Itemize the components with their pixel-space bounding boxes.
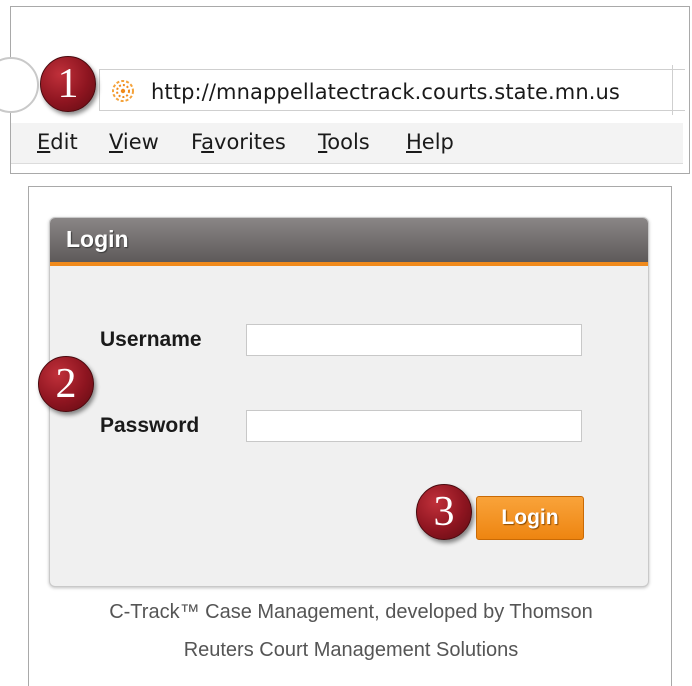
login-title: Login	[66, 226, 129, 252]
site-favicon-icon	[112, 80, 134, 102]
menu-item-favorites[interactable]: Favorites	[191, 130, 286, 154]
password-label: Password	[100, 414, 200, 437]
menu-accel: T	[318, 130, 328, 154]
login-panel: Login Username Password Login	[49, 217, 649, 587]
step-badge-3: 3	[416, 484, 472, 540]
step-number: 1	[57, 61, 79, 107]
menu-label: vorites	[214, 130, 286, 154]
menu-item-view[interactable]: View	[109, 130, 159, 154]
login-page: Login Username Password Login C-Track™ C…	[28, 186, 672, 686]
step-number: 3	[433, 489, 455, 535]
menu-accel: H	[406, 130, 422, 154]
url-text[interactable]: http://mnappellatectrack.courts.state.mn…	[151, 80, 620, 104]
menu-item-help[interactable]: Help	[406, 130, 454, 154]
username-input[interactable]	[246, 324, 582, 356]
step-badge-1: 1	[40, 56, 96, 112]
menu-bar: Edit View Favorites Tools Help	[11, 123, 683, 164]
step-badge-2: 2	[38, 356, 94, 412]
footer-line-2: Reuters Court Management Solutions	[183, 639, 519, 661]
browser-chrome: http://mnappellatectrack.courts.state.mn…	[0, 7, 685, 173]
menu-label-prefix: F	[191, 130, 202, 154]
menu-accel: E	[37, 130, 51, 154]
back-button[interactable]	[0, 57, 39, 113]
footer-line-1: C-Track™ Case Management, developed by T…	[109, 601, 593, 623]
menu-label: dit	[50, 130, 78, 154]
login-button[interactable]: Login	[476, 496, 584, 540]
menu-item-edit[interactable]: Edit	[37, 130, 78, 154]
menu-label: ools	[327, 130, 370, 154]
browser-window: http://mnappellatectrack.courts.state.mn…	[0, 6, 690, 174]
menu-label: elp	[421, 130, 454, 154]
menu-accel: a	[201, 130, 215, 154]
username-label: Username	[100, 328, 202, 351]
address-bar-edge	[672, 65, 683, 115]
password-input[interactable]	[246, 410, 582, 442]
menu-accel: V	[109, 130, 123, 154]
menu-label: iew	[122, 130, 159, 154]
menu-item-tools[interactable]: Tools	[318, 130, 370, 154]
step-number: 2	[55, 361, 77, 407]
login-header: Login	[50, 218, 648, 266]
